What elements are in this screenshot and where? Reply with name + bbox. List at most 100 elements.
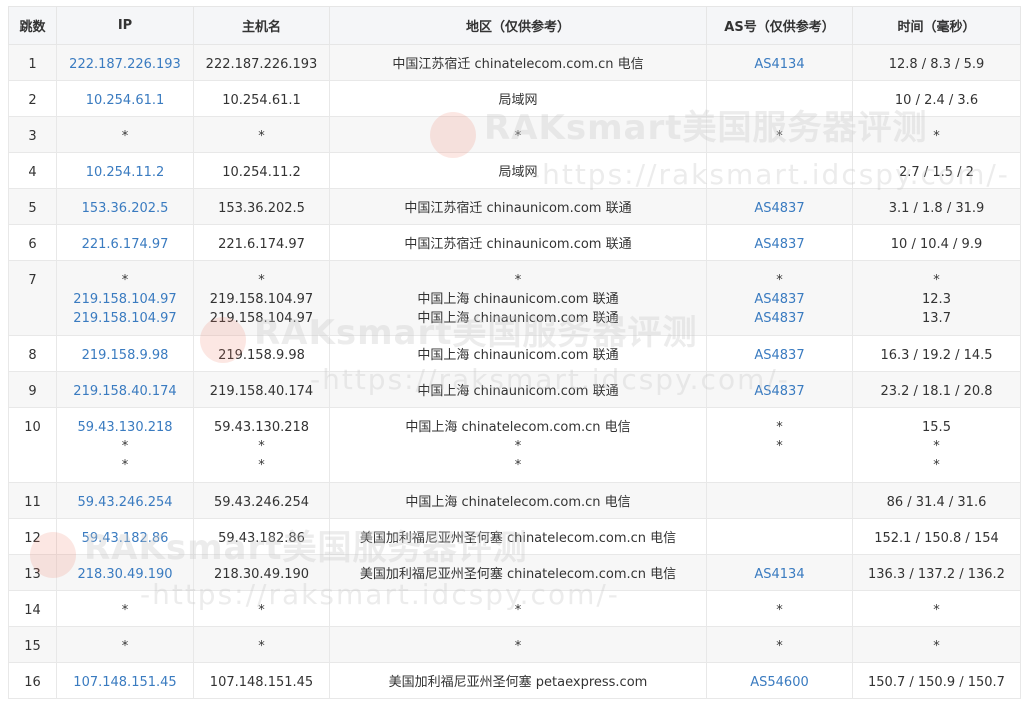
cell-hop: 2 (8, 80, 57, 117)
table-row: 14 * * * * * (8, 590, 1021, 627)
cell-hop: 12 (8, 518, 57, 555)
cell-as: AS54600 (706, 662, 853, 699)
cell-ip-value[interactable]: 59.43.130.218 (61, 418, 189, 437)
table-row: 5 153.36.202.5 153.36.202.5 中国江苏宿迁 chinauni… (8, 188, 1021, 225)
cell-ip-value[interactable]: 222.187.226.193 (61, 55, 189, 74)
cell-as-value[interactable]: AS4837 (711, 199, 848, 218)
cell-region-value: 中国上海 chinaunicom.com 联通 (417, 311, 619, 326)
cell-hostname: 107.148.151.45 (193, 662, 330, 699)
cell-ip-value[interactable]: 107.148.151.45 (61, 673, 189, 692)
cell-hostname-value: 59.43.130.218 (213, 420, 310, 435)
cell-as-value[interactable]: AS4837 (711, 235, 848, 254)
table-row: 4 10.254.11.2 10.254.11.2 局域网 2.7 / 1.5 / 2 (8, 152, 1021, 189)
cell-ip-value[interactable]: 10.254.11.2 (61, 163, 189, 182)
cell-ip-value[interactable]: 59.43.246.254 (61, 493, 189, 512)
cell-ip-value[interactable]: 218.30.49.190 (61, 565, 189, 584)
cell-time: * (852, 116, 1021, 153)
table-row: 9 219.158.40.174 219.158.40.174 中国上海 chinau… (8, 371, 1021, 408)
cell-ip-value: * (121, 603, 129, 618)
table-row: 12 59.43.182.86 59.43.182.86 美国加利福尼亚州圣何塞 ch… (8, 518, 1021, 555)
table-row: 10 59.43.130.218 * * 59.43.130.218 * * 中国上海 chi… (8, 407, 1021, 483)
header-region[interactable]: 地区（仅供参考） (329, 6, 707, 45)
cell-hostname-value: 219.158.104.97 (209, 311, 314, 326)
cell-time-value: 152.1 / 150.8 / 154 (874, 531, 999, 546)
cell-as-value[interactable]: AS4134 (711, 55, 848, 74)
cell-hostname: 222.187.226.193 (193, 44, 330, 81)
table-row: 8 219.158.9.98 219.158.9.98 中国上海 chinaunico… (8, 335, 1021, 372)
cell-as-value: * (776, 603, 783, 618)
cell-as-value[interactable]: AS4837 (711, 346, 848, 365)
cell-as-value: * (776, 439, 783, 454)
cell-time: * (852, 590, 1021, 627)
cell-as (706, 80, 853, 117)
cell-hostname: 10.254.61.1 (193, 80, 330, 117)
cell-hostname-value: * (258, 129, 265, 144)
cell-ip: * (56, 116, 194, 153)
cell-ip-value: * (121, 639, 129, 654)
cell-ip-value[interactable]: 221.6.174.97 (61, 235, 189, 254)
cell-time-value: 10 / 2.4 / 3.6 (894, 93, 979, 108)
cell-region-value: 中国江苏宿迁 chinaunicom.com 联通 (404, 237, 632, 252)
cell-time: 86 / 31.4 / 31.6 (852, 482, 1021, 519)
cell-ip: 222.187.226.193 (56, 44, 194, 81)
cell-time-value: 2.7 / 1.5 / 2 (899, 165, 974, 180)
cell-as: * (706, 116, 853, 153)
cell-region-value: 局域网 (498, 165, 538, 180)
cell-hostname: * (193, 116, 330, 153)
cell-hop: 10 (8, 407, 57, 483)
cell-ip-value: * (121, 129, 129, 144)
cell-ip-value[interactable]: 10.254.61.1 (61, 91, 189, 110)
cell-as-value[interactable]: AS4134 (711, 565, 848, 584)
cell-ip: * (56, 626, 194, 663)
cell-as-value[interactable]: AS4837 (711, 309, 848, 328)
cell-region: * (329, 590, 707, 627)
cell-time-value: 23.2 / 18.1 / 20.8 (880, 384, 993, 399)
table-row: 1 222.187.226.193 222.187.226.193 中国江苏宿迁 ch… (8, 44, 1021, 81)
cell-time-value: 86 / 31.4 / 31.6 (886, 495, 987, 510)
cell-hostname-value: 219.158.9.98 (218, 348, 305, 363)
cell-as-value[interactable]: AS4837 (711, 382, 848, 401)
table-row: 6 221.6.174.97 221.6.174.97 中国江苏宿迁 chinauni… (8, 224, 1021, 261)
cell-as: AS4837 (706, 224, 853, 261)
cell-hostname-value: 218.30.49.190 (213, 567, 310, 582)
cell-ip: 10.254.61.1 (56, 80, 194, 117)
cell-as: AS4837 (706, 188, 853, 225)
header-hop[interactable]: 跳数 (8, 6, 57, 45)
cell-region: 局域网 (329, 80, 707, 117)
header-ip[interactable]: IP (56, 6, 194, 45)
cell-as-value[interactable]: AS4837 (711, 290, 848, 309)
header-time[interactable]: 时间（毫秒） (852, 6, 1021, 45)
cell-time-value: * (933, 129, 940, 144)
cell-as: * (706, 626, 853, 663)
header-as[interactable]: AS号（仅供参考） (706, 6, 853, 45)
cell-ip-value[interactable]: 59.43.182.86 (61, 529, 189, 548)
cell-region-value: 中国上海 chinatelecom.com.cn 电信 (405, 420, 631, 435)
cell-region: 中国江苏宿迁 chinaunicom.com 联通 (329, 224, 707, 261)
cell-ip: 219.158.9.98 (56, 335, 194, 372)
cell-time: 152.1 / 150.8 / 154 (852, 518, 1021, 555)
cell-region: 美国加利福尼亚州圣何塞 petaexpress.com (329, 662, 707, 699)
cell-ip-value[interactable]: 153.36.202.5 (61, 199, 189, 218)
cell-hop: 5 (8, 188, 57, 225)
header-hostname[interactable]: 主机名 (193, 6, 330, 45)
cell-hostname: 10.254.11.2 (193, 152, 330, 189)
cell-ip-value[interactable]: 219.158.104.97 (61, 309, 189, 328)
cell-ip-value[interactable]: 219.158.104.97 (61, 290, 189, 309)
cell-region-value: 中国上海 chinatelecom.com.cn 电信 (405, 495, 631, 510)
cell-ip-value: * (121, 439, 129, 454)
cell-as-value[interactable]: AS54600 (711, 673, 848, 692)
cell-region-value: * (514, 129, 522, 144)
cell-hop: 6 (8, 224, 57, 261)
cell-region-value: * (514, 273, 522, 288)
cell-as: AS4837 (706, 371, 853, 408)
cell-time: 16.3 / 19.2 / 14.5 (852, 335, 1021, 372)
cell-time: * (852, 626, 1021, 663)
cell-ip-value[interactable]: 219.158.40.174 (61, 382, 189, 401)
cell-ip-value[interactable]: 219.158.9.98 (61, 346, 189, 365)
cell-time-value: 12.8 / 8.3 / 5.9 (888, 57, 985, 72)
cell-region: 中国上海 chinatelecom.com.cn 电信 (329, 482, 707, 519)
cell-time-value: 150.7 / 150.9 / 150.7 (868, 675, 1005, 690)
cell-region: * 中国上海 chinaunicom.com 联通 中国上海 chinaunicom… (329, 260, 707, 336)
cell-as-value: * (776, 639, 783, 654)
cell-region-value: 美国加利福尼亚州圣何塞 chinatelecom.com.cn 电信 (359, 531, 677, 546)
